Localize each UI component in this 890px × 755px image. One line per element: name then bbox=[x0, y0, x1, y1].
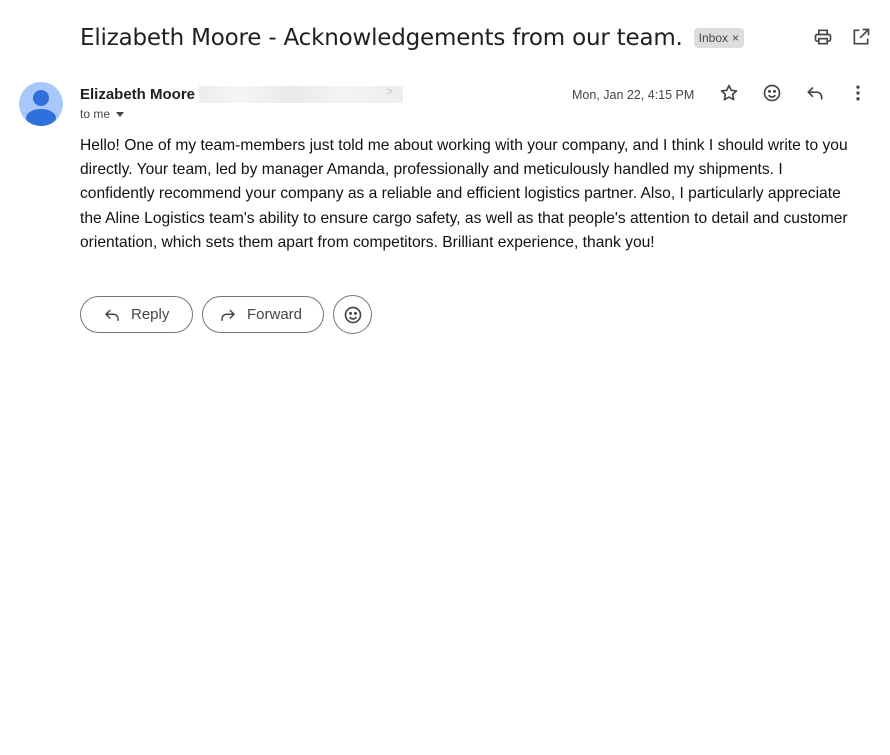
body-line: Hello! One of my team-members just told … bbox=[80, 137, 848, 154]
email-date: Mon, Jan 22, 4:15 PM bbox=[572, 88, 695, 102]
show-details-dropdown[interactable] bbox=[116, 111, 125, 117]
print-icon[interactable] bbox=[812, 26, 834, 48]
subject-row: Elizabeth Moore - Acknowledgements from … bbox=[80, 20, 870, 56]
more-vert-icon[interactable] bbox=[847, 82, 869, 104]
message-actions bbox=[718, 82, 869, 104]
person-icon bbox=[26, 90, 56, 126]
sender-email-suffix: > bbox=[386, 85, 394, 98]
sender-email-redacted: > bbox=[199, 85, 404, 103]
body-line: directly. Your team, led by manager Aman… bbox=[80, 161, 783, 179]
bottom-actions: Reply Forward bbox=[80, 295, 372, 334]
open-in-new-icon[interactable] bbox=[850, 26, 872, 48]
reply-icon bbox=[103, 306, 121, 324]
recipient-text: to me bbox=[80, 107, 111, 121]
emoji-reaction-button[interactable] bbox=[333, 295, 372, 334]
reply-button[interactable]: Reply bbox=[80, 296, 193, 333]
inbox-label-chip[interactable]: Inbox × bbox=[693, 28, 745, 48]
remove-label-button[interactable]: × bbox=[732, 31, 739, 45]
sender-block: Elizabeth Moore > to me bbox=[80, 84, 404, 121]
emoji-icon bbox=[344, 306, 361, 323]
emoji-icon[interactable] bbox=[761, 82, 783, 104]
sender-avatar[interactable] bbox=[19, 82, 63, 126]
sender-name[interactable]: Elizabeth Moore bbox=[80, 86, 195, 103]
forward-button[interactable]: Forward bbox=[202, 296, 324, 333]
reply-label: Reply bbox=[131, 306, 170, 323]
thread-actions bbox=[812, 26, 872, 48]
email-body: Hello! One of my team-members just told … bbox=[80, 134, 875, 255]
body-line: the Aline Logistics team's ability to en… bbox=[80, 209, 848, 227]
star-icon[interactable] bbox=[718, 82, 740, 104]
body-line: confidently recommend your company as a … bbox=[80, 185, 841, 203]
body-line: orientation, which sets them apart from … bbox=[80, 233, 655, 251]
email-subject: Elizabeth Moore - Acknowledgements from … bbox=[80, 25, 683, 51]
forward-label: Forward bbox=[247, 306, 303, 323]
email-view: Elizabeth Moore - Acknowledgements from … bbox=[0, 0, 890, 755]
reply-icon[interactable] bbox=[804, 82, 826, 104]
label-text: Inbox bbox=[698, 31, 729, 45]
forward-icon bbox=[219, 306, 237, 324]
